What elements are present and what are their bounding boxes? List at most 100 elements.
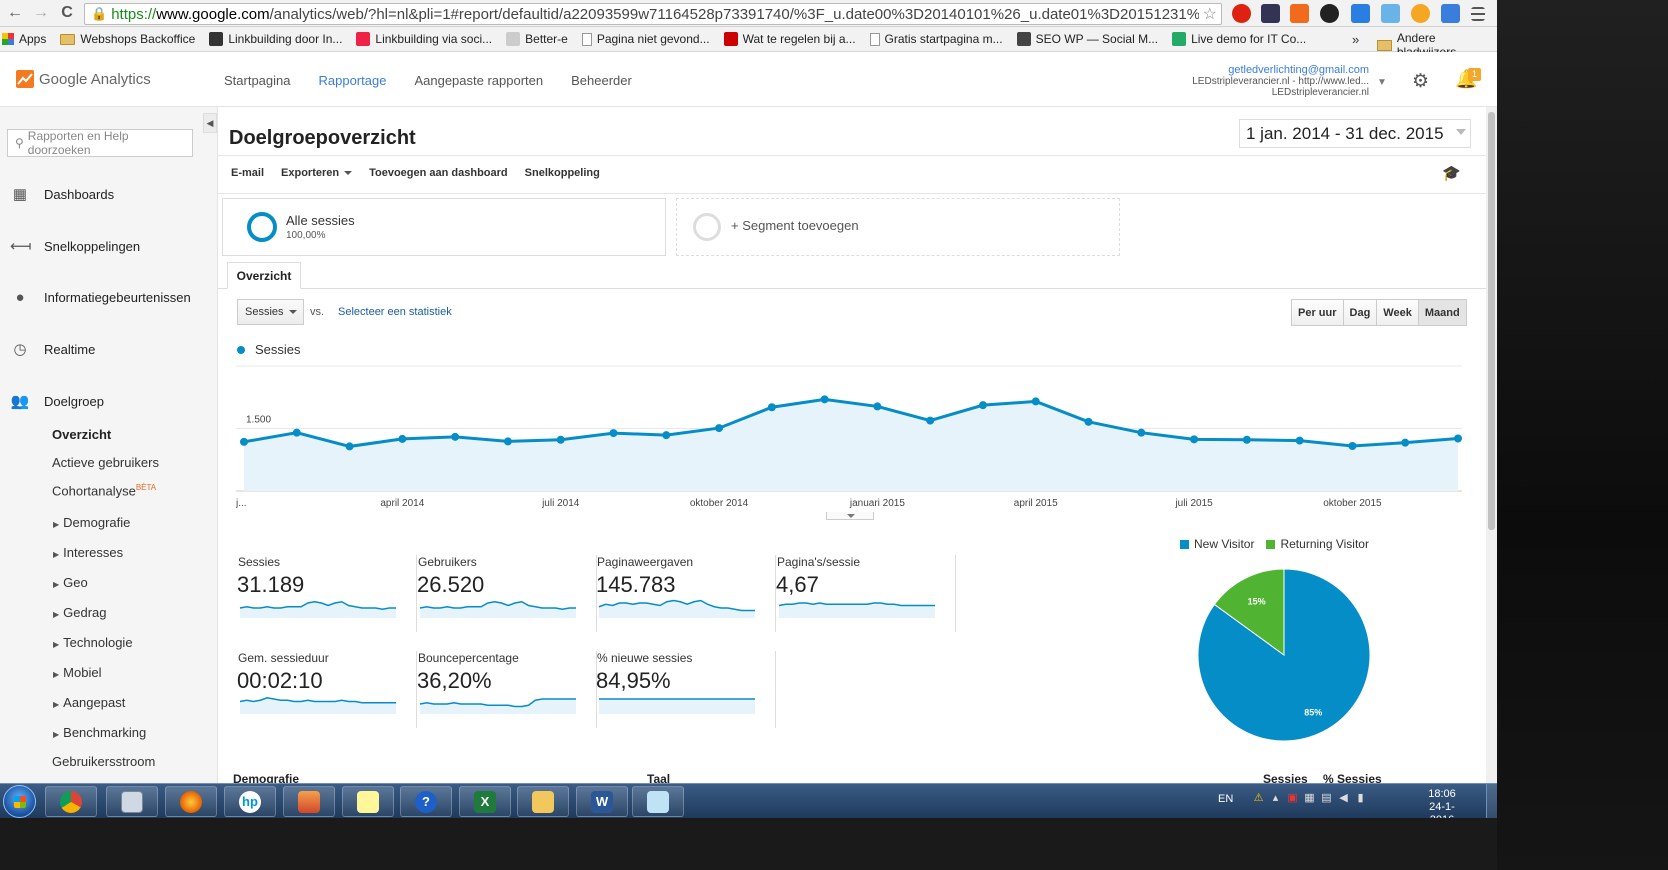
- sidebar-sub-actieve-gebruikers[interactable]: Actieve gebruikers: [52, 455, 159, 470]
- add-segment-button[interactable]: + Segment toevoegen: [676, 198, 1120, 256]
- taskbar-help[interactable]: ?: [400, 786, 452, 817]
- forward-icon[interactable]: →: [30, 2, 52, 24]
- data-point[interactable]: [926, 416, 935, 425]
- tray-arrow-icon[interactable]: ▴: [1269, 791, 1282, 804]
- sidebar-sub-benchmarking[interactable]: ▶ Benchmarking: [53, 725, 146, 740]
- star-extension-icon[interactable]: [1411, 4, 1430, 23]
- speaker-icon[interactable]: ◀: [1337, 791, 1350, 804]
- data-point[interactable]: [609, 429, 618, 438]
- chart-expand-handle[interactable]: [826, 512, 874, 520]
- date-range-picker[interactable]: 1 jan. 2014 - 31 dec. 2015: [1239, 119, 1471, 148]
- account-caret-icon[interactable]: ▼: [1377, 77, 1387, 88]
- graduation-cap-icon[interactable]: 🎓: [1442, 164, 1461, 182]
- counter-extension-icon[interactable]: [1261, 4, 1280, 23]
- taskbar-hp[interactable]: hp: [224, 786, 276, 817]
- sidebar-item-realtime[interactable]: ◷ Realtime: [0, 340, 218, 358]
- data-point[interactable]: [1031, 397, 1040, 406]
- start-button[interactable]: [3, 785, 36, 818]
- data-point[interactable]: [556, 435, 565, 444]
- toolbar-toevoegen-aan-dashboard[interactable]: Toevoegen aan dashboard: [369, 167, 508, 179]
- scorecard-bouncepercentage[interactable]: Bouncepercentage 36,20%: [417, 651, 597, 728]
- nav-aangepaste-rapporten[interactable]: Aangepaste rapporten: [414, 73, 543, 88]
- data-point[interactable]: [1084, 417, 1093, 426]
- taskbar-firefox[interactable]: [165, 786, 217, 817]
- taskbar-notepad[interactable]: [632, 786, 684, 817]
- bookmark-item[interactable]: Apps: [2, 32, 46, 46]
- sidebar-sub-aangepast[interactable]: ▶ Aangepast: [53, 695, 125, 710]
- metric-select[interactable]: Sessies: [237, 299, 304, 325]
- data-point[interactable]: [1137, 428, 1146, 437]
- bookmark-item[interactable]: Better-e: [506, 32, 568, 46]
- bookmarks-more-icon[interactable]: »: [1352, 32, 1359, 47]
- sidebar-sub-demografie[interactable]: ▶ Demografie: [53, 515, 130, 530]
- reload-icon[interactable]: C: [56, 2, 78, 24]
- address-bar[interactable]: 🔒 https://www.google.com/analytics/web/?…: [84, 3, 1222, 25]
- sidebar-item-doelgroep[interactable]: 👥 Doelgroep: [0, 392, 218, 410]
- data-point[interactable]: [1190, 435, 1199, 444]
- taskbar-excel[interactable]: X: [459, 786, 511, 817]
- sidebar-sub-gebruikersstroom[interactable]: Gebruikersstroom: [52, 754, 155, 769]
- target-extension-icon[interactable]: [1320, 4, 1339, 23]
- search-input[interactable]: ⚲ Rapporten en Help doorzoeken: [7, 129, 193, 157]
- data-point[interactable]: [292, 428, 301, 437]
- sidebar-sub-geo[interactable]: ▶ Geo: [53, 575, 88, 590]
- sidebar-sub-gedrag[interactable]: ▶ Gedrag: [53, 605, 107, 620]
- sidebar-sub-mobiel[interactable]: ▶ Mobiel: [53, 665, 101, 680]
- granularity-week[interactable]: Week: [1377, 300, 1419, 325]
- toolbar-e-mail[interactable]: E-mail: [231, 167, 264, 179]
- opera-extension-icon[interactable]: [1232, 4, 1251, 23]
- nav-beheerder[interactable]: Beheerder: [571, 73, 632, 88]
- sidebar-item-snelkoppelingen[interactable]: ⟻ Snelkoppelingen: [0, 237, 218, 255]
- data-point[interactable]: [1348, 442, 1357, 450]
- taskbar-app-orange[interactable]: [283, 786, 335, 817]
- nav-rapportage[interactable]: Rapportage: [319, 73, 387, 88]
- data-point[interactable]: [398, 434, 407, 443]
- show-desktop-button[interactable]: [1486, 784, 1497, 818]
- data-point[interactable]: [820, 395, 829, 404]
- sidebar-sub-technologie[interactable]: ▶ Technologie: [53, 635, 133, 650]
- scorecard-gebruikers[interactable]: Gebruikers 26.520: [417, 555, 597, 632]
- bookmark-item[interactable]: Wat te regelen bij a...: [723, 32, 856, 46]
- sidebar-sub-interesses[interactable]: ▶ Interesses: [53, 545, 123, 560]
- data-point[interactable]: [1295, 436, 1304, 445]
- data-point[interactable]: [715, 424, 724, 433]
- account-info[interactable]: getledverlichting@gmail.com LEDstripleve…: [1192, 65, 1369, 99]
- sidebar-item-informatiegebeurtenissen[interactable]: ● Informatiegebeurtenissen: [0, 289, 218, 306]
- warning-icon[interactable]: ⚠: [1252, 791, 1265, 804]
- granularity-maand[interactable]: Maand: [1418, 300, 1466, 325]
- data-point[interactable]: [978, 401, 987, 410]
- scorecard-gem-sessieduur[interactable]: Gem. sessieduur 00:02:10: [237, 651, 417, 728]
- scorecard-sessies[interactable]: Sessies 31.189: [237, 555, 417, 632]
- back-icon[interactable]: ←: [4, 2, 26, 24]
- menu-icon[interactable]: [1471, 7, 1485, 21]
- bookmark-item[interactable]: Pagina niet gevond...: [581, 32, 710, 46]
- taskbar-calculator[interactable]: [106, 786, 158, 817]
- data-point[interactable]: [1454, 434, 1462, 443]
- sidebar-sub-overzicht[interactable]: Overzicht: [52, 427, 111, 442]
- acrobat-icon[interactable]: ▣: [1286, 791, 1299, 804]
- collapse-sidebar-icon[interactable]: ◀: [203, 113, 217, 133]
- language-indicator[interactable]: EN: [1218, 793, 1233, 805]
- camera-extension-icon[interactable]: [1381, 4, 1400, 23]
- taskbar-word[interactable]: W: [576, 786, 628, 817]
- bookmark-item[interactable]: Linkbuilding via soci...: [356, 32, 492, 46]
- scorecard-pagina-s-sessie[interactable]: Pagina's/sessie 4,67: [776, 555, 956, 632]
- data-point[interactable]: [767, 403, 776, 412]
- pie-legend-item[interactable]: Returning Visitor: [1266, 537, 1369, 551]
- taskbar-chrome[interactable]: [45, 786, 97, 817]
- pie-legend-item[interactable]: New Visitor: [1180, 537, 1254, 551]
- toolbar-snelkoppeling[interactable]: Snelkoppeling: [525, 167, 600, 179]
- bookmark-item[interactable]: Gratis startpagina m...: [869, 32, 1003, 46]
- granularity-dag[interactable]: Dag: [1343, 300, 1378, 325]
- sidebar-sub-cohortanalyse[interactable]: CohortanalyseBÈTA: [52, 483, 156, 498]
- page-scrollbar[interactable]: [1486, 107, 1497, 818]
- data-point[interactable]: [662, 431, 671, 440]
- sidebar-item-dashboards[interactable]: ▦ Dashboards: [0, 185, 218, 203]
- scorecard--nieuwe-sessies[interactable]: % nieuwe sessies 84,95%: [596, 651, 776, 728]
- bookmark-item[interactable]: Webshops Backoffice: [60, 32, 195, 46]
- clock[interactable]: 18:06 24-1-2016: [1424, 788, 1460, 818]
- device-icon[interactable]: ▤: [1320, 791, 1333, 804]
- pin-extension-icon[interactable]: [1441, 4, 1460, 23]
- data-point[interactable]: [240, 437, 248, 446]
- granularity-per-uur[interactable]: Per uur: [1292, 300, 1344, 325]
